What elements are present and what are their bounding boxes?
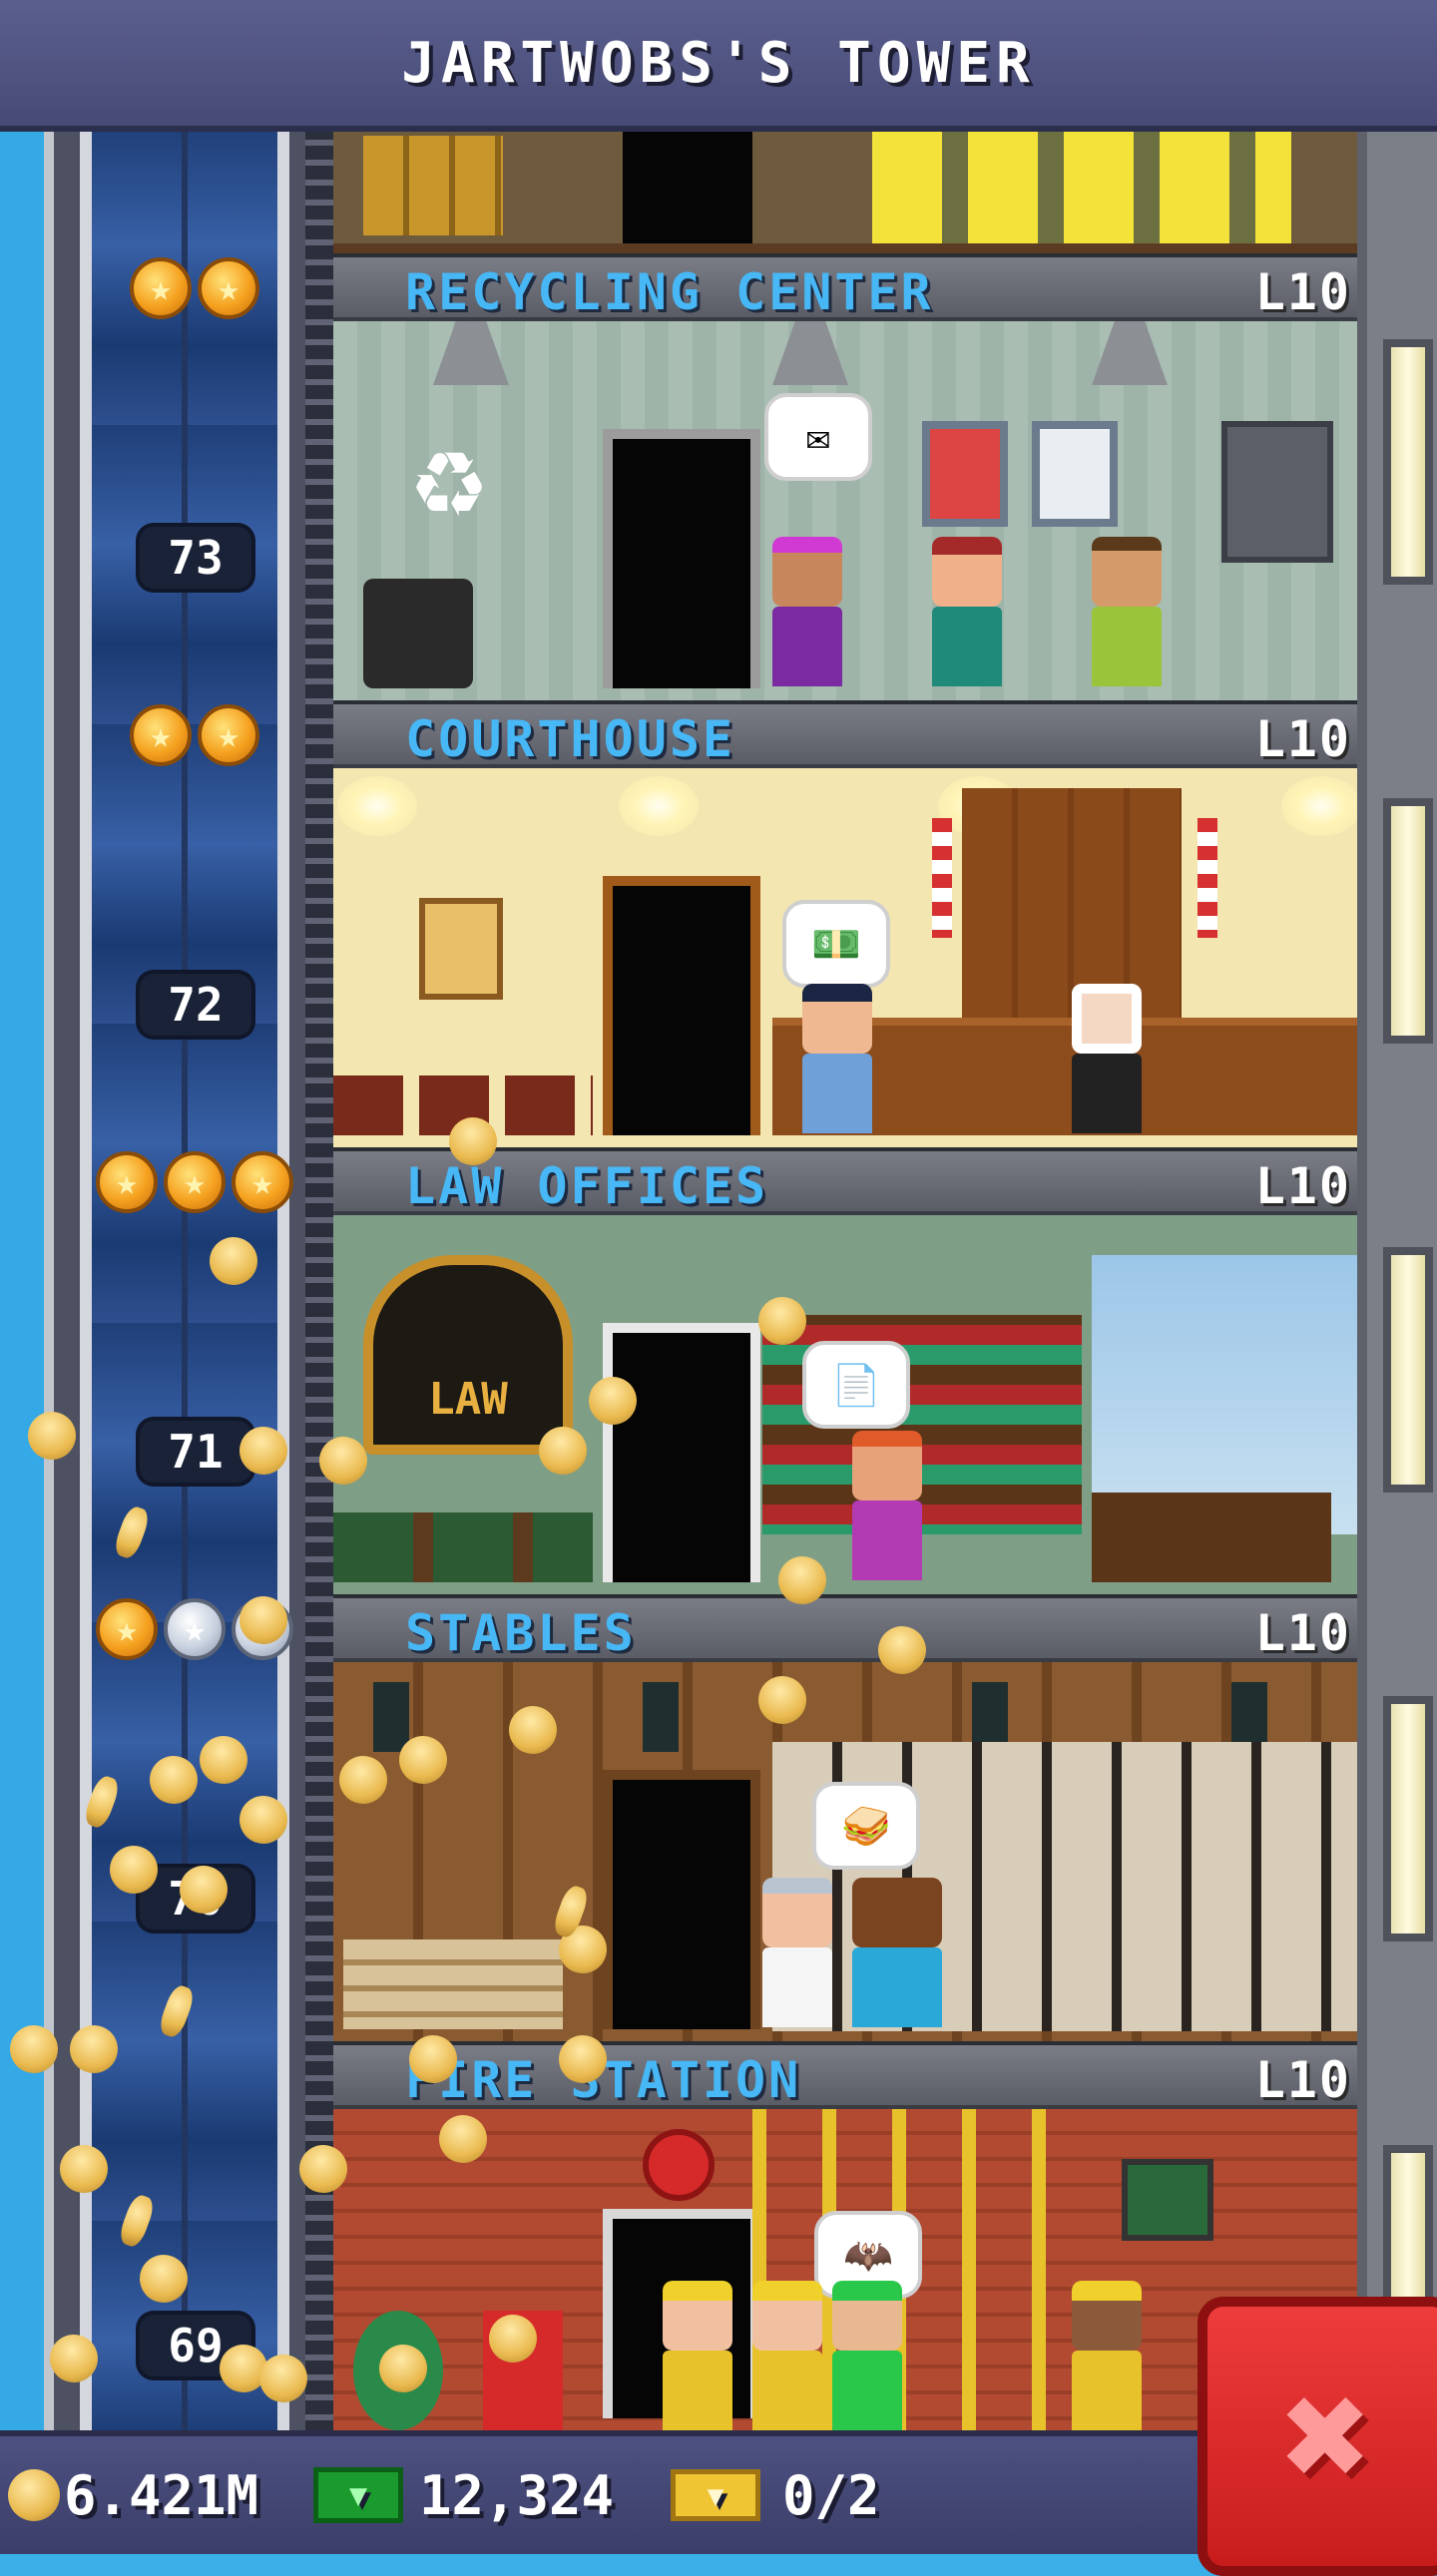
bitizen[interactable] — [1072, 984, 1142, 1133]
bux-value: 12,324 — [419, 2463, 615, 2527]
floor-header: FIRE STATION L10 — [333, 2041, 1357, 2109]
gold-star-icon: ★ — [232, 1151, 293, 1213]
elevator-cable — [182, 126, 188, 2430]
coin-icon — [8, 2469, 60, 2521]
door — [603, 1770, 760, 2029]
floor-number: 73 — [140, 527, 251, 589]
bitizen[interactable] — [663, 2281, 732, 2430]
bitizen[interactable] — [1092, 537, 1162, 686]
tickets-value: 0/2 — [782, 2463, 880, 2527]
recycle-symbol-icon: ♻ — [412, 406, 486, 545]
door — [623, 126, 752, 243]
sandwich-icon[interactable]: 🥪 — [812, 1782, 920, 1870]
cash-icon[interactable]: 💵 — [782, 900, 890, 988]
grey-star-icon: ★ — [164, 1598, 226, 1660]
framed-notice — [419, 898, 503, 1000]
star-rating: ★ ★ — [130, 257, 259, 319]
trash-bin — [363, 579, 473, 688]
lantern-icon — [643, 1682, 679, 1752]
tickets-counter[interactable]: ▼ 0/2 — [671, 2436, 880, 2554]
floor-level: L10 — [1254, 263, 1351, 321]
floor-header: COURTHOUSE L10 — [333, 700, 1357, 768]
coins-value: 6.421M — [64, 2463, 259, 2527]
floor-name: RECYCLING CENTER — [405, 263, 934, 321]
floor-level: L10 — [1254, 710, 1351, 768]
crate-shelf — [363, 136, 503, 235]
bitizen[interactable] — [932, 537, 1002, 686]
room-law-offices: LAW 📄 — [333, 1215, 1357, 1594]
room-courthouse: 💵 — [333, 768, 1357, 1147]
building-window — [1383, 798, 1433, 1044]
golden-ticket-icon: ▼ — [671, 2469, 760, 2521]
elevator-rail — [305, 126, 333, 2430]
bitizen[interactable] — [802, 984, 872, 1133]
floor-header: RECYCLING CENTER L10 — [333, 253, 1357, 321]
horse[interactable] — [852, 1878, 942, 2027]
floor-name: LAW OFFICES — [405, 1157, 769, 1215]
partial-room — [333, 126, 1357, 243]
gold-star-icon: ★ — [96, 1598, 158, 1660]
floor-law-offices[interactable]: LAW OFFICES L10 LAW 📄 — [333, 1147, 1357, 1594]
lantern-icon — [373, 1682, 409, 1752]
law-sign: LAW — [363, 1255, 573, 1455]
floor-number: 71 — [140, 1421, 251, 1483]
floor-name: STABLES — [405, 1604, 637, 1662]
door — [603, 429, 760, 688]
title-bar: JARTWOBS'S TOWER — [0, 0, 1437, 132]
floor-stables[interactable]: STABLES L10 🥪 — [333, 1594, 1357, 2041]
floor-level: L10 — [1254, 2051, 1351, 2109]
close-button[interactable]: ✖ — [1198, 2297, 1437, 2576]
floor-number: 72 — [140, 974, 251, 1036]
room-stables: 🥪 — [333, 1662, 1357, 2041]
poster — [1032, 421, 1118, 527]
floor-courthouse[interactable]: COURTHOUSE L10 💵 — [333, 700, 1357, 1147]
door — [603, 876, 760, 1135]
alarm-bell-icon — [643, 2129, 715, 2201]
gold-star-icon: ★ — [198, 257, 259, 319]
note-icon[interactable]: ✉ — [764, 393, 872, 481]
tower-title: JARTWOBS'S TOWER — [401, 30, 1036, 96]
document-icon[interactable]: 📄 — [802, 1341, 910, 1429]
desk — [1092, 1493, 1331, 1582]
coins-counter[interactable]: 6.421M — [8, 2436, 258, 2554]
building-window — [1383, 1247, 1433, 1493]
floor-level: L10 — [1254, 1604, 1351, 1662]
gold-star-icon: ★ — [164, 1151, 226, 1213]
bux-counter[interactable]: ▼ 12,324 — [313, 2436, 614, 2554]
building-window — [1383, 339, 1433, 585]
floor-level: L10 — [1254, 1157, 1351, 1215]
bitizen[interactable] — [1072, 2281, 1142, 2430]
bitizen[interactable] — [752, 2281, 822, 2430]
bitizen[interactable] — [832, 2281, 902, 2430]
bitizen[interactable] — [762, 1878, 832, 2027]
gold-star-icon: ★ — [130, 257, 192, 319]
machine — [1221, 421, 1333, 563]
sky — [0, 126, 44, 2430]
gold-star-icon: ★ — [130, 704, 192, 766]
gold-star-icon: ★ — [96, 1151, 158, 1213]
close-icon: ✖ — [1281, 2350, 1373, 2523]
workers — [872, 126, 1291, 243]
building-window — [1383, 1696, 1433, 1941]
floor-recycling-center[interactable]: RECYCLING CENTER L10 ♻ ✉ — [333, 253, 1357, 700]
flag — [1198, 818, 1217, 938]
gold-star-icon: ★ — [198, 704, 259, 766]
chairs — [333, 1512, 593, 1582]
bitizen[interactable] — [852, 1431, 922, 1580]
floor-header: STABLES L10 — [333, 1594, 1357, 1662]
room-recycling: ♻ ✉ — [333, 321, 1357, 700]
star-rating: ★ ★ — [130, 704, 259, 766]
poster — [922, 421, 1008, 527]
flag — [932, 818, 952, 938]
floor-partial[interactable] — [333, 126, 1357, 253]
bitizen[interactable] — [772, 537, 842, 686]
door — [603, 1323, 760, 1582]
monitor — [1122, 2159, 1213, 2241]
star-rating: ★ ★ ★ — [96, 1151, 293, 1213]
hay-bales — [343, 1939, 563, 2029]
floor-name: COURTHOUSE — [405, 710, 736, 768]
tower-bux-icon: ▼ — [313, 2467, 403, 2523]
